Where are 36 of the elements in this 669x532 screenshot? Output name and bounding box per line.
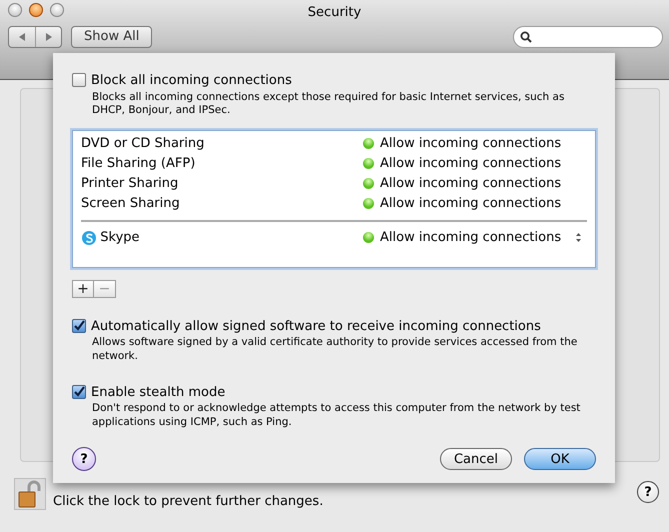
search-icon bbox=[520, 31, 532, 43]
show-all-button[interactable]: Show All bbox=[71, 26, 152, 48]
checkbox[interactable] bbox=[72, 318, 86, 333]
description-text: Blocks all incoming connections except those required for basic Internet services, such as DHCP, Bonjour, and IPSec. bbox=[92, 90, 566, 118]
cancel-button[interactable]: Cancel bbox=[440, 448, 512, 470]
list-item-name: Printer Sharing bbox=[81, 175, 180, 194]
ok-button[interactable]: OK bbox=[524, 448, 596, 470]
lock-icon[interactable] bbox=[14, 478, 46, 510]
minimize-button[interactable] bbox=[8, 3, 22, 17]
checkbox-label: Enable stealth mode bbox=[91, 384, 226, 402]
description-text: Allows software signed by a valid certificate authority to provide services accessed from the network. bbox=[92, 336, 578, 364]
checkbox[interactable] bbox=[72, 73, 86, 87]
add-button[interactable]: + bbox=[72, 280, 94, 298]
help-button[interactable]: ? bbox=[637, 481, 659, 504]
list-item-name: File Sharing (AFP) bbox=[81, 155, 196, 174]
list-item-name: DVD or CD Sharing bbox=[81, 135, 206, 154]
status-text: Allow incoming connections bbox=[380, 175, 562, 194]
status-text: Allow incoming connections bbox=[380, 135, 562, 154]
checkbox-label: Automatically allow signed software to receive incoming connections bbox=[91, 318, 541, 336]
zoom-button[interactable] bbox=[50, 3, 64, 17]
checkbox-label: Block all incoming connections bbox=[91, 72, 292, 90]
lock-hint: Click the lock to prevent further changes. bbox=[53, 493, 324, 511]
close-button[interactable] bbox=[29, 3, 43, 17]
status-text: Allow incoming connections bbox=[380, 155, 562, 174]
help-button[interactable]: ? bbox=[72, 447, 96, 472]
status-text: Allow incoming connections bbox=[380, 195, 562, 214]
checkbox[interactable] bbox=[72, 384, 86, 399]
list-item-name: Screen Sharing bbox=[81, 195, 181, 214]
left-triangle-icon bbox=[17, 32, 27, 42]
search-field[interactable] bbox=[513, 26, 663, 48]
window-title: Security bbox=[308, 4, 362, 22]
status-text: Allow incoming connections bbox=[380, 229, 562, 248]
app-icon bbox=[81, 230, 97, 246]
description-text: Don't respond to or acknowledge attempts to access this computer from the network by test applications using ICMP, such as Ping. bbox=[92, 402, 582, 430]
list-item-name: Skype bbox=[100, 229, 141, 248]
right-triangle-icon bbox=[44, 32, 54, 42]
